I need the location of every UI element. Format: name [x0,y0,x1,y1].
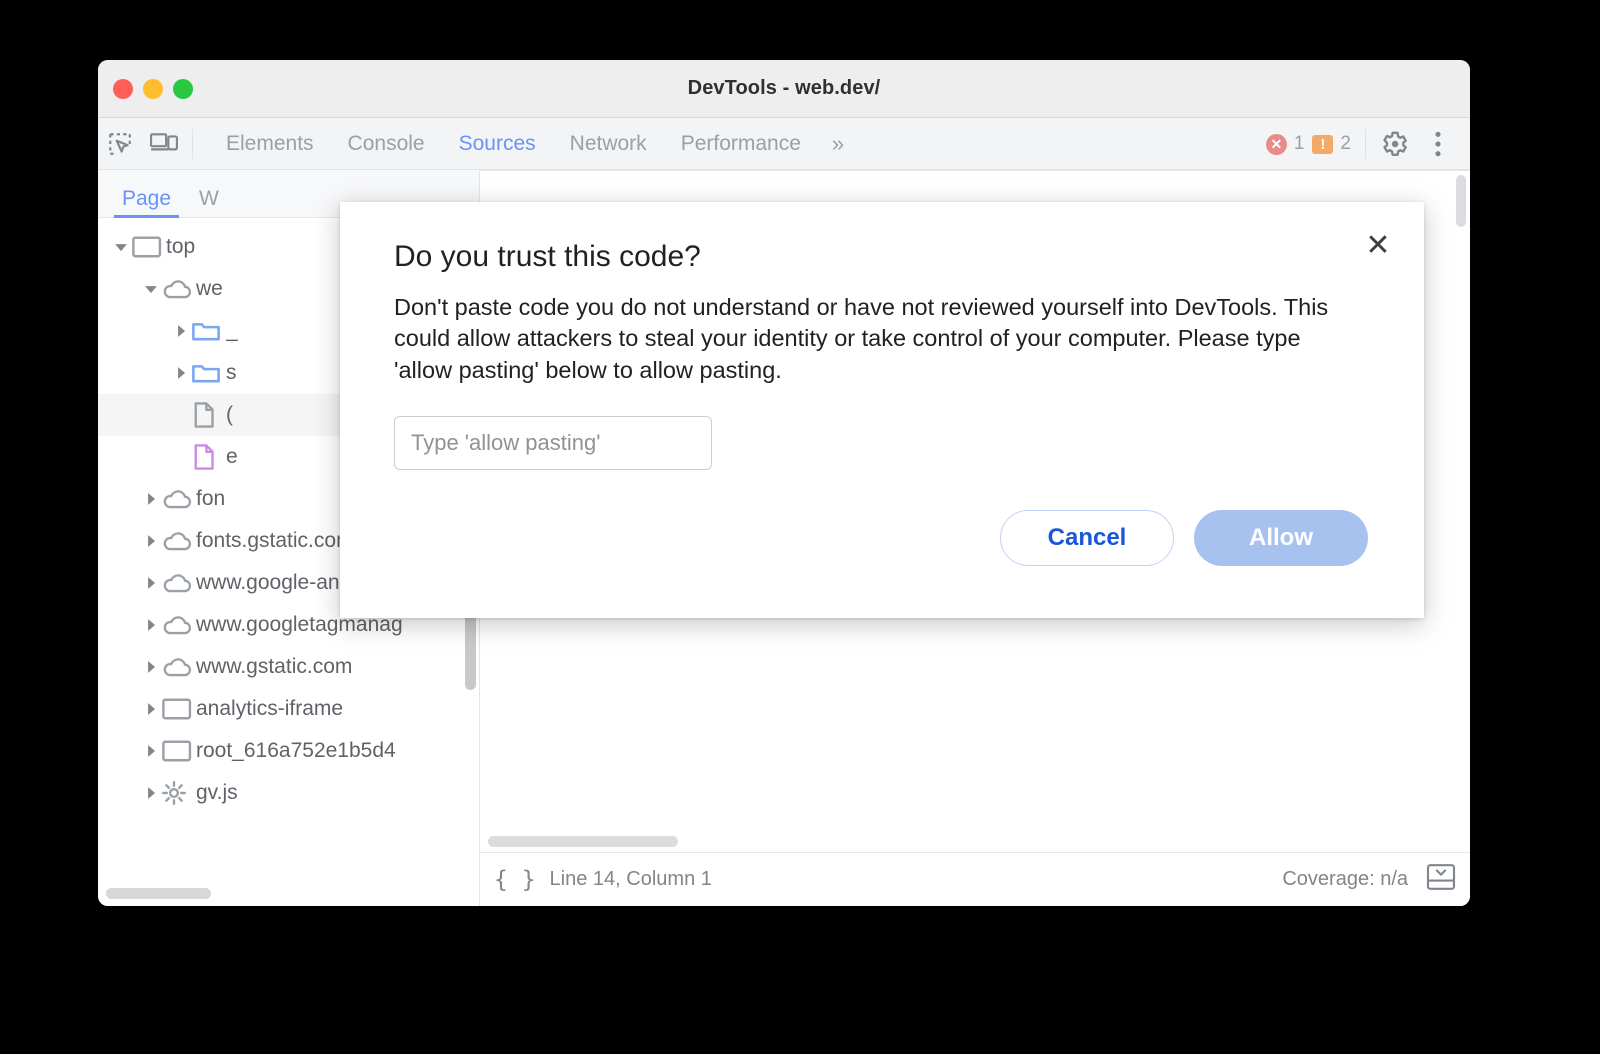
cloud-icon [162,529,196,553]
error-count: 1 [1293,133,1305,154]
device-toolbar-icon[interactable] [142,124,186,164]
tree-item-label: fon [196,487,226,510]
tab-console[interactable]: Console [331,118,442,170]
tab-sources[interactable]: Sources [442,118,553,170]
inspect-element-icon[interactable] [98,124,142,164]
chevron-right-icon[interactable] [170,324,192,338]
frame-icon [162,739,196,763]
allow-button[interactable]: Allow [1194,510,1368,566]
editor-horizontal-scrollbar[interactable] [488,836,678,847]
folder-icon [192,319,226,343]
cursor-position: Line 14, Column 1 [549,868,712,890]
dialog-message: Don't paste code you do not understand o… [394,294,1329,383]
window-title: DevTools - web.dev/ [687,77,881,99]
more-vertical-icon[interactable] [1416,124,1460,164]
toolbar-divider-2 [1365,129,1366,159]
chevron-down-icon[interactable] [140,282,162,296]
tab-elements[interactable]: Elements [209,118,331,170]
panel-tabs: Elements Console Sources Network Perform… [209,118,858,170]
chevron-right-icon[interactable] [140,660,162,674]
warning-badge[interactable]: ! 2 [1312,133,1351,155]
chevron-right-icon[interactable] [140,702,162,716]
trust-code-dialog: ✕ Do you trust this code? Don't paste co… [340,202,1424,618]
tab-network[interactable]: Network [553,118,664,170]
gear-icon[interactable] [1372,124,1416,164]
more-tabs-icon[interactable]: » [818,118,858,170]
dialog-button-row: Cancel Allow [1000,510,1368,566]
tree-item-label: we [196,277,223,300]
chevron-right-icon[interactable] [140,618,162,632]
tree-item-label: ( [226,403,233,426]
cloud-icon [162,277,196,301]
chevron-right-icon[interactable] [140,492,162,506]
allow-pasting-input[interactable] [394,415,712,470]
chevron-right-icon[interactable] [140,786,162,800]
show-drawer-icon[interactable] [1426,863,1456,896]
devtools-toolbar: Elements Console Sources Network Perform… [98,118,1470,170]
status-left-group: { } Line 14, Column 1 [494,867,712,893]
frame-icon [132,235,166,259]
toolbar-divider [192,128,193,159]
nav-tab-workspace[interactable]: W [187,188,235,217]
devtools-window: DevTools - web.dev/ Elements Console Sou… [98,60,1470,906]
tree-item-label: e [226,445,238,468]
warning-icon: ! [1312,134,1334,154]
file-icon [192,402,226,428]
warning-count: 2 [1340,133,1351,154]
window-titlebar: DevTools - web.dev/ [98,60,1470,118]
folder-icon [192,361,226,385]
dialog-title: Do you trust this code? [394,240,701,273]
tree-item-label: top [166,235,196,258]
frame-icon [162,697,196,721]
tree-item-label: root_616a752e1b5d4 [196,739,396,762]
tree-item[interactable]: gv.js [98,772,479,814]
cloud-icon [162,655,196,679]
chevron-right-icon[interactable] [140,576,162,590]
toolbar-right-group: ✕ 1 ! 2 [1265,118,1470,170]
file-css-icon [192,444,226,470]
chevron-down-icon[interactable] [110,240,132,254]
nav-tab-page[interactable]: Page [110,188,187,218]
tree-item-label: analytics-iframe [196,697,344,720]
tree-item-label: gv.js [196,781,238,804]
cloud-icon [162,487,196,511]
cloud-icon [162,613,196,637]
chevron-right-icon[interactable] [170,366,192,380]
tree-item-label: s [226,361,237,384]
pretty-print-icon[interactable]: { } [494,867,536,893]
tree-item-label: _ [226,319,238,342]
navigator-horizontal-scrollbar[interactable] [106,888,211,899]
status-right-group: Coverage: n/a [1282,863,1456,896]
chevron-right-icon[interactable] [140,744,162,758]
gear-icon [162,781,196,805]
close-icon[interactable]: ✕ [1356,224,1400,268]
tree-item[interactable]: analytics-iframe [98,688,479,730]
cancel-button[interactable]: Cancel [1000,510,1174,566]
error-icon: ✕ [1265,133,1287,155]
editor-vertical-scrollbar[interactable] [1456,175,1466,227]
coverage-status: Coverage: n/a [1282,868,1408,890]
tree-item-label: fonts.gstatic.com [196,529,354,552]
chevron-right-icon[interactable] [140,534,162,548]
cloud-icon [162,571,196,595]
tree-item[interactable]: root_616a752e1b5d4 [98,730,479,772]
tree-item[interactable]: www.gstatic.com [98,646,479,688]
tree-item-label: www.gstatic.com [196,655,353,678]
error-badge[interactable]: ✕ 1 [1265,133,1305,155]
editor-status-bar: { } Line 14, Column 1 Coverage: n/a [480,852,1470,906]
tab-performance[interactable]: Performance [664,118,818,170]
